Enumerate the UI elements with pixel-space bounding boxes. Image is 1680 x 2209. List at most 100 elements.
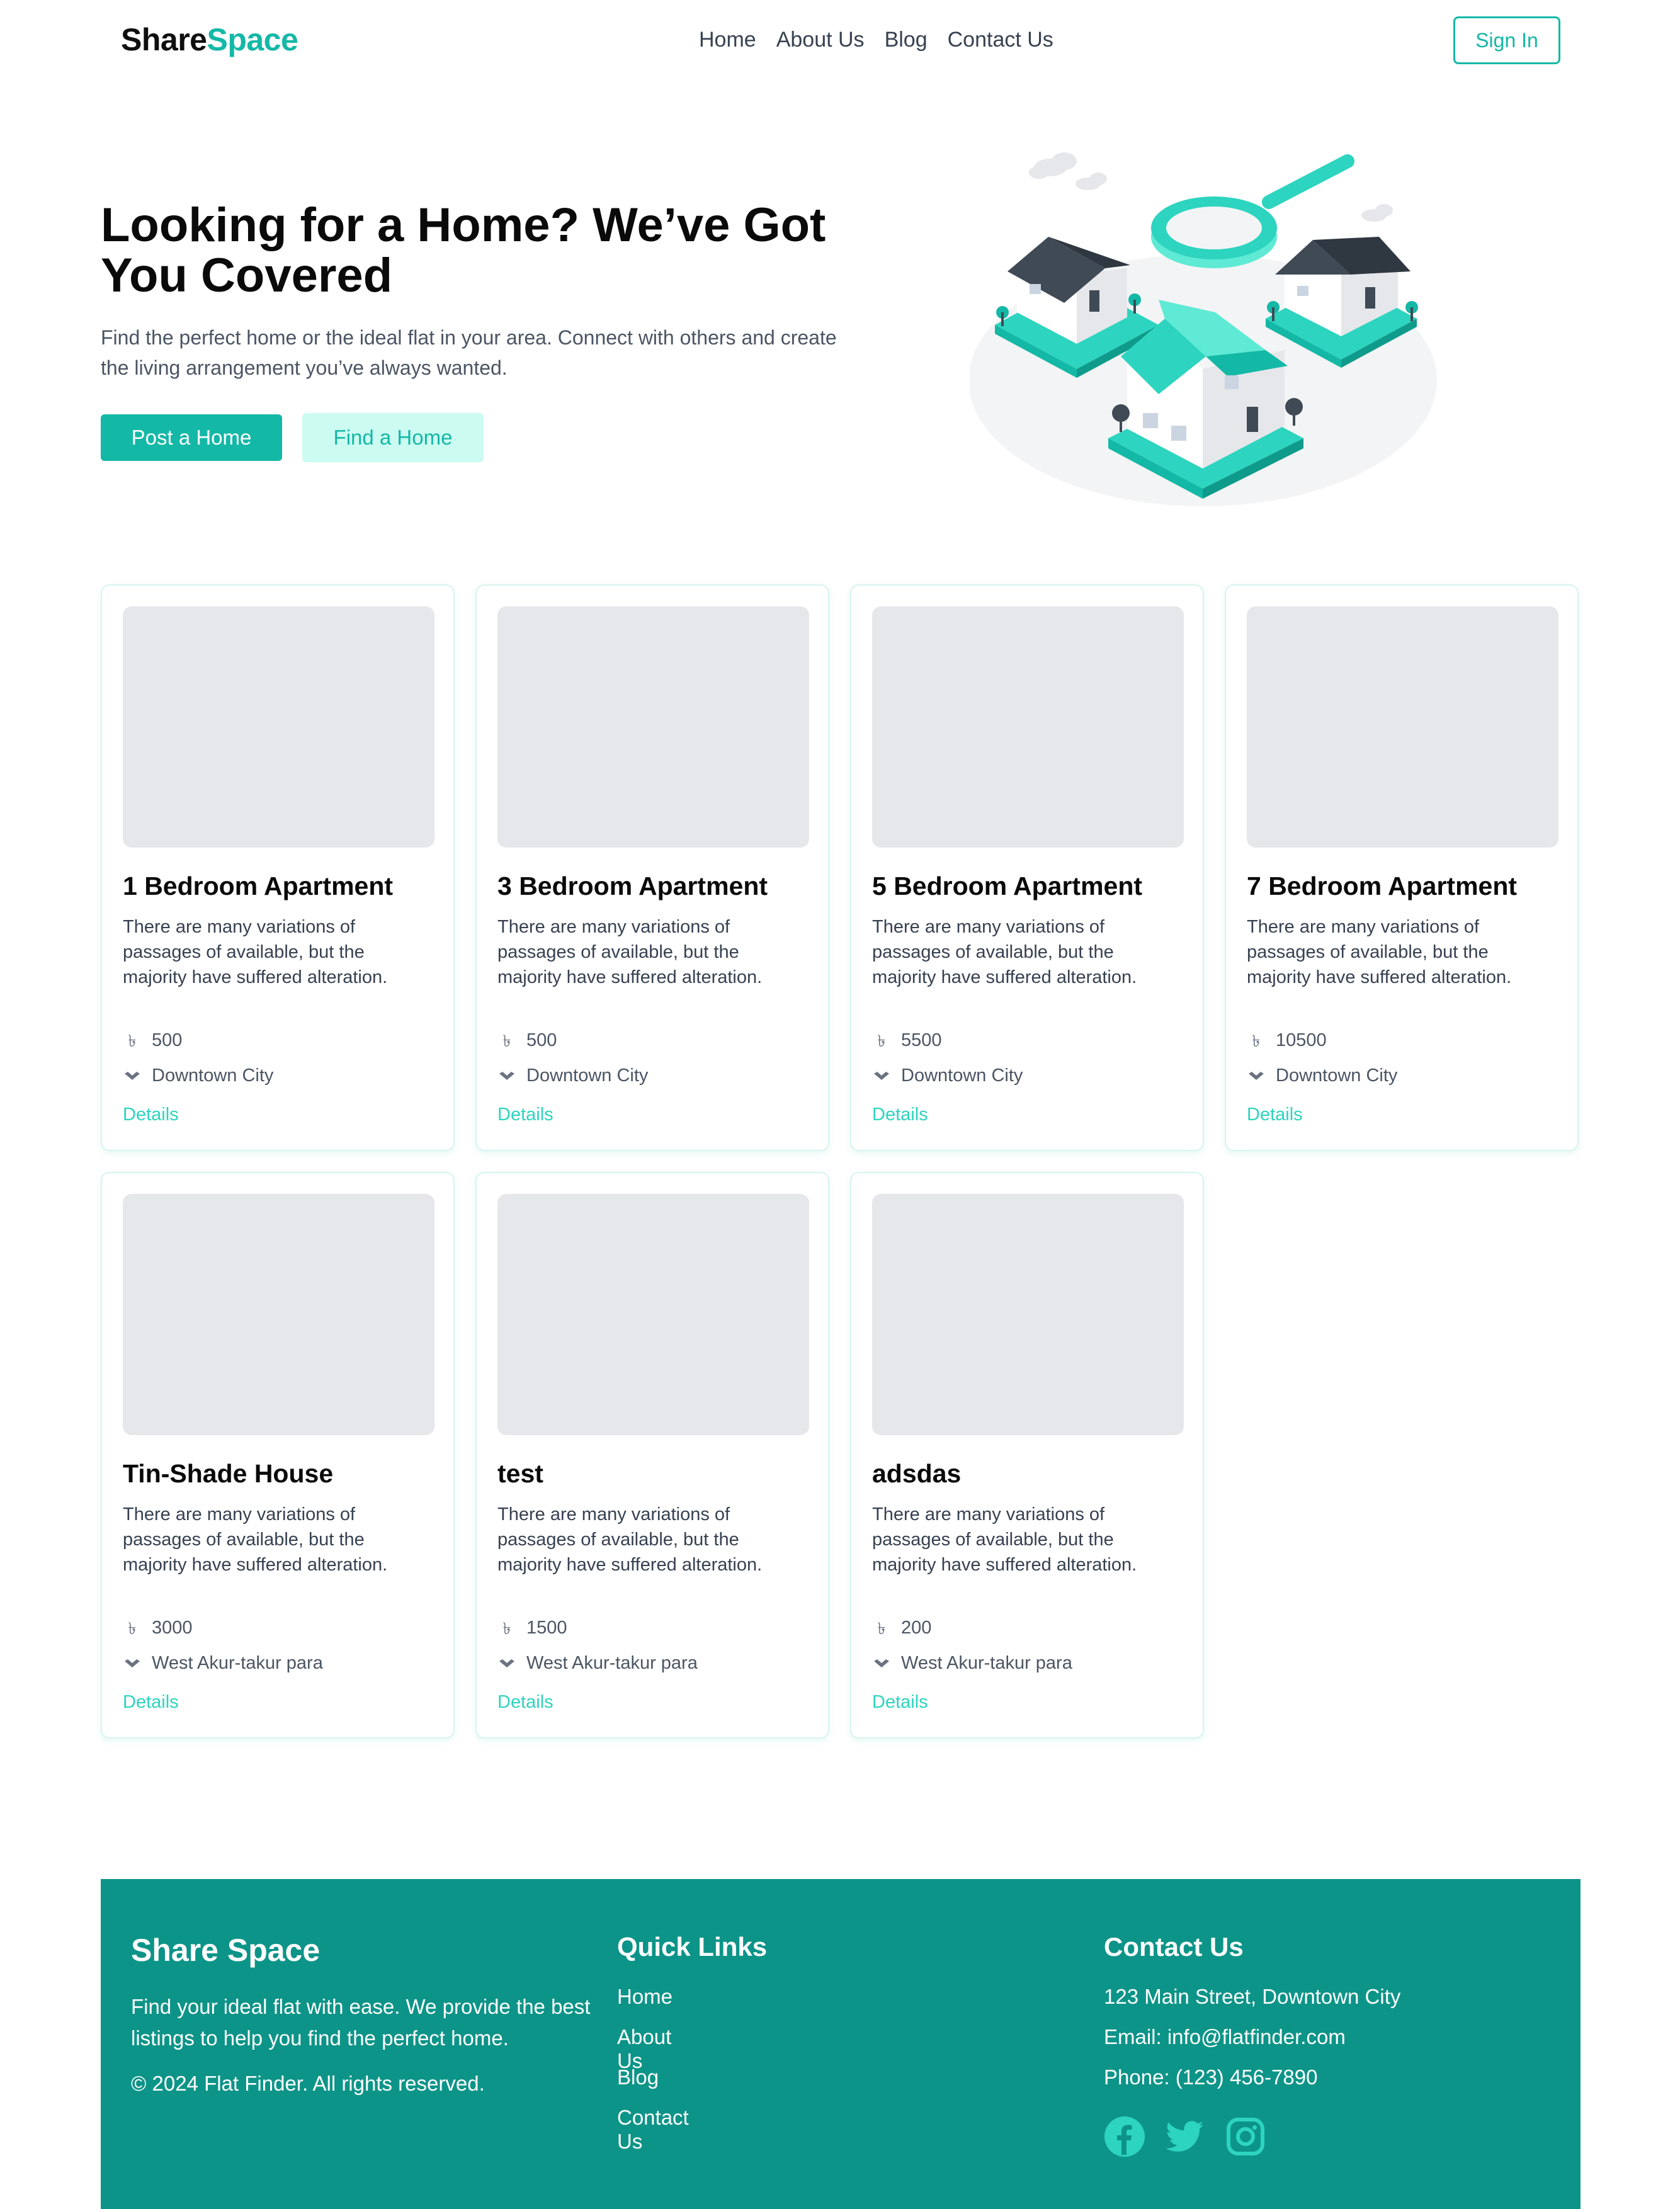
houses-illustration [970,152,1437,506]
listing-location-value: Downtown City [152,1065,274,1086]
nav-contact-us[interactable]: Contact Us [948,28,1053,52]
site-footer: Share Space Find your ideal flat with ea… [101,1879,1581,2209]
footer-link-blog[interactable]: Blog [617,2065,659,2089]
listing-image-placeholder [497,1194,809,1435]
details-link[interactable]: Details [123,1692,179,1713]
twitter-link[interactable] [1164,2116,1206,2157]
taka-icon: ৳ [878,1620,886,1638]
location-icon [499,1071,514,1080]
quick-links-heading: Quick Links [617,1932,768,1962]
listing-image-placeholder [497,606,809,848]
details-link[interactable]: Details [497,1692,553,1713]
listing-location-value: West Akur-takur para [152,1653,323,1673]
footer-link-item: Contact Us [617,2106,689,2153]
listing-description: There are many variations of passages of… [123,1504,388,1575]
listing-description: There are many variations of passages of… [1247,917,1512,987]
listing-description: There are many variations of passages of… [872,917,1137,987]
listing-price-value: 500 [526,1030,557,1050]
main-nav: Home About Us Blog Contact Us [699,28,1053,52]
hero-title: Looking for a Home? We’ve Got You Covere… [101,198,826,302]
contact-details: 123 Main Street, Downtown City Email: in… [1104,1985,1400,2106]
location-icon [874,1659,889,1667]
listing-price: ৳ 500 [497,1030,557,1051]
listing-location: Downtown City [497,1065,648,1086]
details-link[interactable]: Details [872,1692,928,1713]
details-link[interactable]: Details [123,1104,179,1125]
logo-text-space: Space [207,22,298,57]
contact-email: Email: info@flatfinder.com [1104,2025,1346,2048]
listing-location: West Akur-takur para [497,1653,698,1674]
listing-price: ৳ 1500 [497,1618,567,1638]
quick-links-list: Home About Us Blog Contact Us [617,1985,689,2153]
svg-text:৳: ৳ [503,1620,511,1638]
nav-blog[interactable]: Blog [885,28,928,52]
listing-price-value: 3000 [152,1618,193,1638]
location-icon [499,1659,514,1667]
listing-image-placeholder [123,606,434,848]
listing-title: 3 Bedroom Apartment [497,872,768,900]
listing-location-value: West Akur-takur para [901,1653,1072,1673]
location-icon [125,1071,140,1080]
listing-image-placeholder [123,1194,434,1435]
nav-home[interactable]: Home [699,28,756,52]
taka-icon: ৳ [1252,1032,1261,1050]
logo[interactable]: ShareSpace [121,21,298,58]
post-home-button[interactable]: Post a Home [101,414,282,461]
location-icon [1249,1071,1264,1080]
facebook-icon [1104,2116,1145,2157]
listing-location-value: Downtown City [1276,1065,1398,1086]
svg-text:৳: ৳ [878,1032,886,1050]
listing-card: Tin-Shade House There are many variation… [101,1172,455,1739]
listing-location-value: Downtown City [526,1065,649,1086]
taka-icon: ৳ [878,1032,886,1050]
listing-location: Downtown City [872,1065,1023,1086]
listing-card: adsdas There are many variations of pass… [850,1172,1204,1739]
contact-phone: Phone: (123) 456-7890 [1104,2065,1318,2089]
taka-icon: ৳ [503,1620,511,1638]
social-links [1104,2116,1266,2157]
listing-card: test There are many variations of passag… [475,1172,829,1739]
listing-price-value: 5500 [901,1030,942,1050]
details-link[interactable]: Details [497,1104,553,1125]
listing-title: 5 Bedroom Apartment [872,872,1143,900]
footer-link-item: About Us [617,2025,689,2072]
find-home-button[interactable]: Find a Home [302,413,484,462]
listing-image-placeholder [872,1194,1184,1435]
listing-price-value: 500 [152,1030,183,1050]
taka-icon: ৳ [128,1032,137,1050]
listing-location: Downtown City [123,1065,273,1086]
listing-description: There are many variations of passages of… [497,917,763,987]
instagram-icon [1227,2118,1264,2155]
details-link[interactable]: Details [872,1104,928,1125]
listing-description: There are many variations of passages of… [497,1504,763,1575]
listing-description: There are many variations of passages of… [872,1504,1137,1575]
footer-link-contact-us[interactable]: Contact Us [617,2106,689,2153]
details-link[interactable]: Details [1247,1104,1303,1125]
listing-title: Tin-Shade House [123,1459,334,1488]
instagram-link[interactable] [1225,2116,1266,2157]
listing-card: 7 Bedroom Apartment There are many varia… [1225,584,1579,1151]
listing-price-value: 200 [901,1618,932,1638]
footer-link-item: Home [617,1985,689,2025]
listing-price: ৳ 500 [123,1030,183,1051]
svg-text:৳: ৳ [878,1620,886,1638]
listing-card: 1 Bedroom Apartment There are many varia… [101,584,455,1151]
listing-location: West Akur-takur para [872,1653,1072,1674]
sign-in-button[interactable]: Sign In [1453,16,1560,64]
footer-description: Find your ideal flat with ease. We provi… [131,1995,591,2050]
listing-title: 7 Bedroom Apartment [1247,872,1518,900]
svg-text:৳: ৳ [128,1032,137,1050]
listing-title: 1 Bedroom Apartment [123,872,394,900]
footer-link-home[interactable]: Home [617,1985,673,2008]
facebook-link[interactable] [1104,2116,1145,2157]
contact-heading: Contact Us [1104,1932,1244,1962]
listing-grid: 1 Bedroom Apartment There are many varia… [101,584,1581,1739]
nav-about-us[interactable]: About Us [776,28,865,52]
listing-image-placeholder [872,606,1184,848]
footer-copyright: © 2024 Flat Finder. All rights reserved. [131,2072,485,2095]
listing-location-value: West Akur-takur para [526,1653,698,1673]
listing-card: 5 Bedroom Apartment There are many varia… [850,584,1204,1151]
location-icon [125,1659,140,1667]
taka-icon: ৳ [128,1620,137,1638]
hero-subtitle: Find the perfect home or the ideal flat … [101,326,837,379]
